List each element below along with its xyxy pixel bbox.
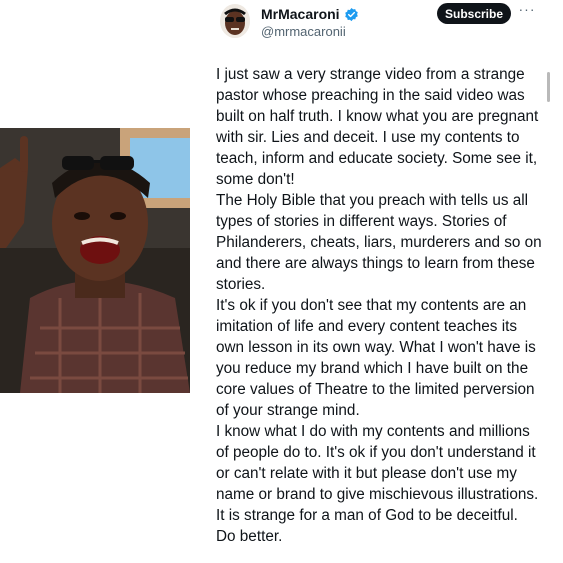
tweet-paragraph: The Holy Bible that you preach with tell… [216, 192, 542, 293]
display-name[interactable]: MrMacaroni [261, 6, 340, 22]
subscribe-button[interactable]: Subscribe [437, 3, 511, 24]
tweet-paragraph: I know what I do with my contents and mi… [216, 423, 539, 524]
man-shouting-photo [0, 128, 190, 393]
verified-badge-icon [344, 7, 358, 21]
user-handle[interactable]: @mrmacaronii [261, 24, 346, 39]
tweet-card: MrMacaroni @mrmacaronii Subscribe ··· I … [197, 0, 550, 563]
tweet-paragraph: It's ok if you don't see that my content… [216, 297, 536, 419]
author-row: MrMacaroni [261, 6, 359, 22]
avatar[interactable] [220, 4, 250, 38]
tweet-text: I just saw a very strange video from a s… [216, 64, 546, 547]
tweet-paragraph: Do better. [216, 528, 283, 545]
scrollbar[interactable] [547, 72, 550, 102]
tweet-paragraph: I just saw a very strange video from a s… [216, 66, 539, 188]
more-options-icon[interactable]: ··· [518, 2, 536, 20]
